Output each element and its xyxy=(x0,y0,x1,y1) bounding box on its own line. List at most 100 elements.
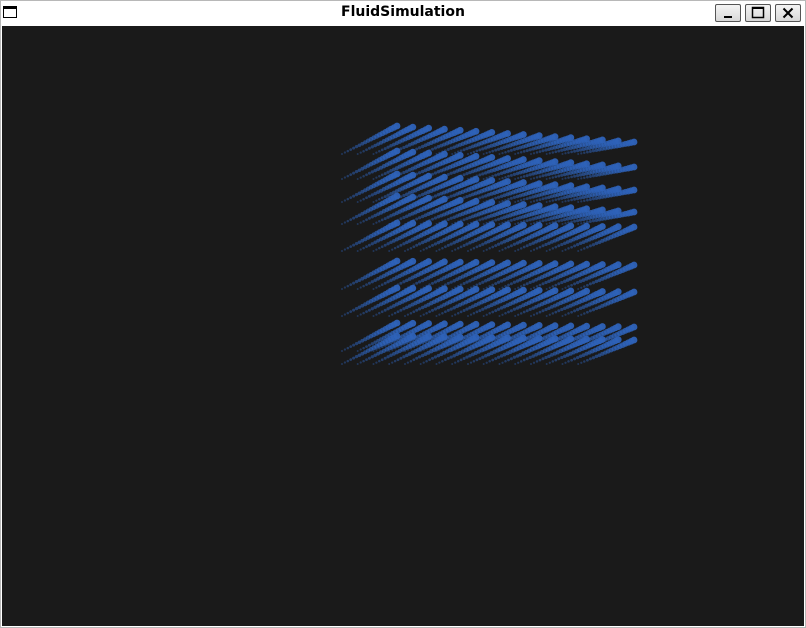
particle xyxy=(451,153,454,155)
particle xyxy=(491,358,495,362)
particle xyxy=(535,312,539,315)
particle xyxy=(472,312,476,315)
particle xyxy=(383,147,387,151)
particle xyxy=(504,259,511,267)
particle xyxy=(528,173,532,177)
particle xyxy=(415,281,419,285)
particle xyxy=(449,146,453,150)
particle xyxy=(428,245,431,249)
particle xyxy=(577,201,580,203)
particle xyxy=(393,332,401,340)
particle xyxy=(519,247,523,250)
particle xyxy=(482,363,485,365)
particle xyxy=(472,333,480,341)
particle xyxy=(456,220,464,228)
close-button[interactable] xyxy=(775,4,801,22)
particle xyxy=(343,221,347,224)
particle xyxy=(567,360,570,363)
particle xyxy=(419,250,422,252)
particle xyxy=(370,307,374,311)
particle xyxy=(488,259,496,266)
particle xyxy=(535,360,539,363)
particle xyxy=(580,313,583,316)
particle xyxy=(481,242,485,246)
particle xyxy=(504,155,511,162)
particle xyxy=(419,315,422,317)
particle xyxy=(359,151,362,154)
particle xyxy=(560,355,564,360)
particle xyxy=(370,280,374,284)
title-bar[interactable]: FluidSimulation xyxy=(1,1,805,24)
particle xyxy=(354,241,359,246)
particle xyxy=(575,148,580,153)
particle xyxy=(557,357,561,361)
particle xyxy=(359,221,362,224)
particle xyxy=(599,288,606,295)
particle xyxy=(352,146,356,150)
particle xyxy=(409,219,417,227)
particle xyxy=(509,282,513,286)
particle xyxy=(545,250,548,252)
particle xyxy=(354,306,359,311)
particle xyxy=(346,219,350,223)
particle xyxy=(525,219,529,223)
particle xyxy=(545,315,548,317)
particle xyxy=(561,250,564,252)
particle xyxy=(406,248,410,251)
particle xyxy=(380,173,384,177)
particle xyxy=(551,360,555,363)
particle xyxy=(614,288,622,296)
particle xyxy=(496,242,501,246)
particle xyxy=(591,356,596,360)
particle xyxy=(356,363,359,365)
particle xyxy=(580,152,583,155)
particle xyxy=(375,313,378,316)
particle xyxy=(570,283,573,287)
particle xyxy=(567,151,570,154)
particle xyxy=(535,202,543,210)
particle xyxy=(402,280,406,284)
particle xyxy=(583,322,590,330)
particle xyxy=(380,245,384,249)
particle xyxy=(583,176,586,179)
particle xyxy=(575,196,580,201)
particle xyxy=(391,361,394,364)
minimize-button[interactable] xyxy=(715,4,741,22)
particle xyxy=(520,334,527,342)
particle xyxy=(343,361,347,364)
particle xyxy=(517,286,520,289)
particle xyxy=(541,219,545,223)
particle xyxy=(375,221,378,224)
particle xyxy=(444,245,447,249)
particle xyxy=(564,152,567,155)
particle xyxy=(380,283,384,287)
particle xyxy=(498,288,501,290)
maximize-button[interactable] xyxy=(745,4,771,22)
particle xyxy=(456,285,464,293)
particle xyxy=(378,359,381,363)
particle xyxy=(469,313,473,316)
particle xyxy=(449,216,453,220)
particle xyxy=(561,223,564,225)
particle xyxy=(520,131,527,138)
particle xyxy=(567,247,570,250)
particle xyxy=(375,248,378,251)
particle xyxy=(588,282,592,286)
particle xyxy=(507,358,510,362)
particle xyxy=(561,315,564,317)
particle xyxy=(404,363,406,365)
particle xyxy=(451,315,454,317)
particle xyxy=(614,162,622,170)
particle xyxy=(535,335,543,342)
particle xyxy=(388,363,391,365)
particle xyxy=(488,199,496,206)
particle xyxy=(573,282,577,286)
particle xyxy=(548,177,551,180)
particle xyxy=(352,281,356,285)
render-viewport[interactable] xyxy=(2,26,804,626)
particle xyxy=(498,178,501,180)
particle xyxy=(446,356,450,360)
particle xyxy=(402,307,406,311)
particle xyxy=(570,150,573,154)
particle xyxy=(491,310,495,314)
